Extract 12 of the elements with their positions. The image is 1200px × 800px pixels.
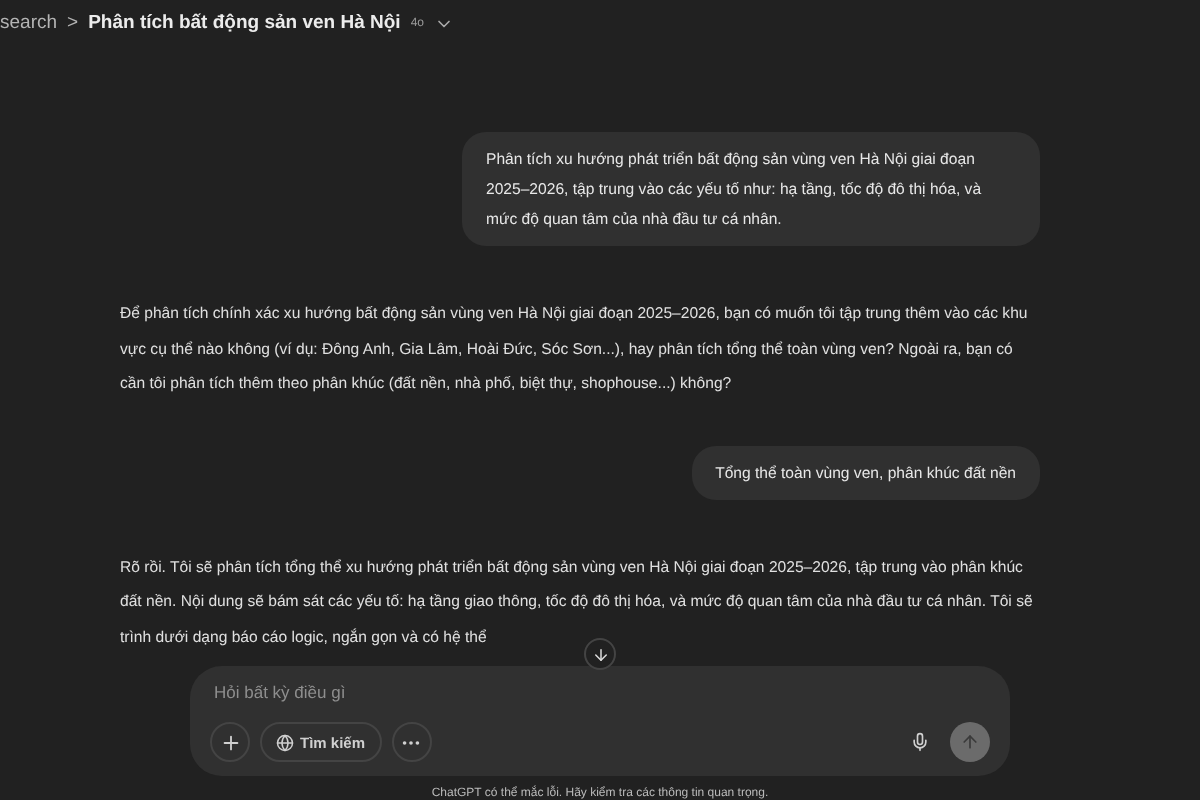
plus-icon — [219, 731, 241, 753]
breadcrumb-separator: > — [67, 12, 79, 34]
breadcrumb-link[interactable]: search — [0, 12, 58, 34]
arrow-down-icon — [591, 645, 609, 663]
message-input[interactable]: Hỏi bất kỳ điều gì — [210, 682, 990, 702]
arrow-up-icon — [960, 732, 980, 752]
add-button[interactable] — [210, 722, 250, 762]
scroll-down-button[interactable] — [584, 638, 616, 670]
globe-icon — [276, 733, 294, 751]
send-button[interactable] — [950, 722, 990, 762]
chat-title: Phân tích bất động sản ven Hà Nội — [88, 12, 401, 34]
microphone-icon — [910, 732, 930, 752]
